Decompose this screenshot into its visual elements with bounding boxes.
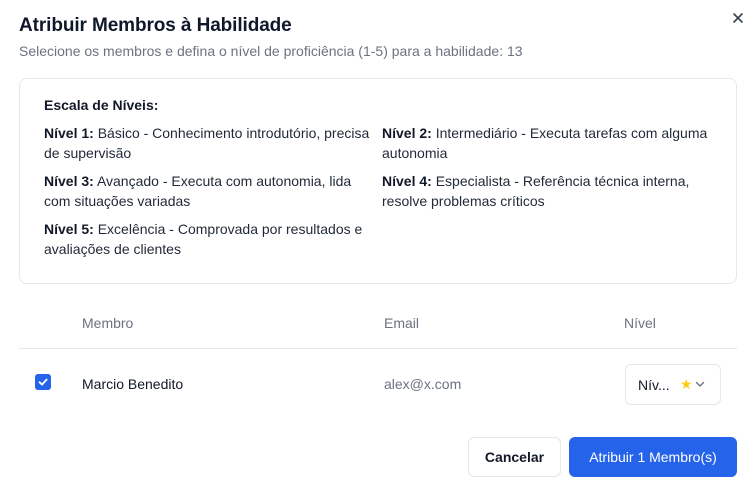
dialog-subtitle: Selecione os membros e defina o nível de…	[19, 43, 523, 59]
level-2-description: Nível 2: Intermediário - Executa tarefas…	[382, 123, 722, 163]
level-1-description: Nível 1: Básico - Conhecimento introdutó…	[44, 123, 374, 163]
level-4-label: Nível 4:	[382, 173, 432, 189]
close-button[interactable]	[728, 8, 748, 28]
assign-members-button[interactable]: Atribuir 1 Membro(s)	[569, 437, 737, 477]
level-scale-panel: Escala de Níveis: Nível 1: Básico - Conh…	[19, 78, 737, 284]
level-1-label: Nível 1:	[44, 125, 94, 141]
member-checkbox[interactable]	[35, 374, 51, 390]
close-icon	[733, 13, 743, 23]
table-header-divider	[19, 348, 737, 349]
level-select[interactable]: Nív... ★	[625, 364, 721, 405]
level-3-description: Nível 3: Avançado - Executa com autonomi…	[44, 171, 374, 211]
chevron-down-icon	[695, 381, 705, 387]
member-email: alex@x.com	[384, 376, 462, 392]
level-select-value: Nív...	[638, 377, 670, 393]
check-icon	[38, 378, 48, 386]
level-2-label: Nível 2:	[382, 125, 432, 141]
star-icon: ★	[680, 376, 693, 392]
member-name: Marcio Benedito	[82, 376, 184, 392]
cancel-button[interactable]: Cancelar	[468, 437, 561, 477]
assign-members-dialog: Atribuir Membros à Habilidade Selecione …	[0, 0, 753, 492]
level-5-label: Nível 5:	[44, 221, 94, 237]
column-header-email: Email	[384, 315, 420, 331]
dialog-title: Atribuir Membros à Habilidade	[19, 15, 292, 36]
level-scale-title: Escala de Níveis:	[44, 97, 159, 113]
column-header-member: Membro	[82, 315, 134, 331]
level-3-label: Nível 3:	[44, 173, 94, 189]
column-header-level: Nível	[624, 315, 656, 331]
level-5-description: Nível 5: Excelência - Comprovada por res…	[44, 219, 374, 259]
level-4-description: Nível 4: Especialista - Referência técni…	[382, 171, 722, 211]
